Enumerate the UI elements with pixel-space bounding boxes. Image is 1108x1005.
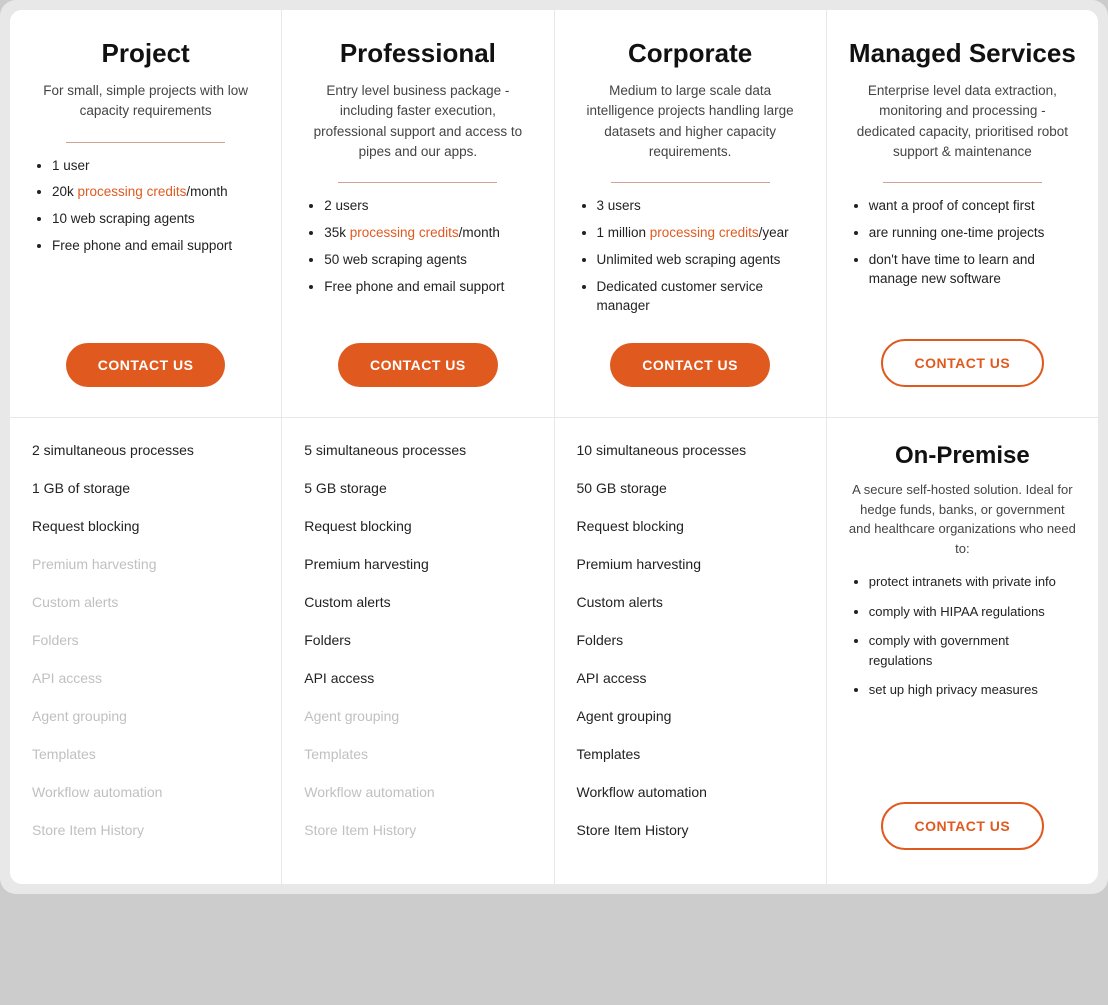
- list-item: Free phone and email support: [324, 278, 531, 297]
- feature-item-disabled: Templates: [32, 746, 259, 762]
- feature-item-disabled: Store Item History: [304, 822, 531, 838]
- feature-item-disabled: Folders: [32, 632, 259, 648]
- feature-item: Store Item History: [577, 822, 804, 838]
- on-premise-section: On-Premise A secure self-hosted solution…: [827, 417, 1098, 884]
- feature-item-disabled: Custom alerts: [32, 594, 259, 610]
- feature-item: Folders: [577, 632, 804, 648]
- feature-item: 2 simultaneous processes: [32, 442, 259, 458]
- list-item: are running one-time projects: [869, 224, 1076, 243]
- feature-item: Templates: [577, 746, 804, 762]
- plan-project-features: 1 user 20k processing credits/month 10 w…: [32, 157, 259, 324]
- list-item: 2 users: [324, 197, 531, 216]
- plan-managed-features: want a proof of concept first are runnin…: [849, 197, 1076, 319]
- plan-managed-desc: Enterprise level data extraction, monito…: [849, 81, 1076, 162]
- list-item: want a proof of concept first: [869, 197, 1076, 216]
- processing-credits-link[interactable]: processing credits: [78, 184, 187, 199]
- feature-item: Custom alerts: [577, 594, 804, 610]
- feature-item-disabled: API access: [32, 670, 259, 686]
- plan-professional-features: 2 users 35k processing credits/month 50 …: [304, 197, 531, 323]
- feature-item: Folders: [304, 632, 531, 648]
- feature-item: API access: [304, 670, 531, 686]
- processing-credits-link[interactable]: processing credits: [350, 225, 459, 240]
- feature-item: 5 simultaneous processes: [304, 442, 531, 458]
- feature-item: API access: [577, 670, 804, 686]
- professional-contact-button[interactable]: CONTACT US: [338, 343, 498, 387]
- feature-item: 50 GB storage: [577, 480, 804, 496]
- list-item: 50 web scraping agents: [324, 251, 531, 270]
- plan-project-desc: For small, simple projects with low capa…: [32, 81, 259, 122]
- plan-corporate-divider: [611, 182, 770, 183]
- pricing-page: Project For small, simple projects with …: [0, 0, 1108, 894]
- plan-professional-title: Professional: [340, 38, 496, 69]
- list-item: Unlimited web scraping agents: [597, 251, 804, 270]
- plan-corporate: Corporate Medium to large scale data int…: [555, 10, 827, 417]
- feature-item: Premium harvesting: [304, 556, 531, 572]
- feature-item: Request blocking: [32, 518, 259, 534]
- feature-item: Request blocking: [304, 518, 531, 534]
- list-item: 3 users: [597, 197, 804, 216]
- plan-corporate-desc: Medium to large scale data intelligence …: [577, 81, 804, 162]
- plan-project-divider: [66, 142, 225, 143]
- corporate-bottom-features: 10 simultaneous processes 50 GB storage …: [555, 417, 827, 884]
- list-item: protect intranets with private info: [869, 572, 1076, 592]
- feature-item: 1 GB of storage: [32, 480, 259, 496]
- list-item: 1 million processing credits/year: [597, 224, 804, 243]
- feature-item-disabled: Workflow automation: [304, 784, 531, 800]
- list-item: 1 user: [52, 157, 259, 176]
- plan-project: Project For small, simple projects with …: [10, 10, 282, 417]
- on-premise-features: protect intranets with private info comp…: [849, 572, 1076, 782]
- feature-item: Workflow automation: [577, 784, 804, 800]
- on-premise-contact-button[interactable]: CONTACT US: [881, 802, 1045, 850]
- plan-managed: Managed Services Enterprise level data e…: [827, 10, 1098, 417]
- corporate-contact-button[interactable]: CONTACT US: [610, 343, 770, 387]
- feature-item: Custom alerts: [304, 594, 531, 610]
- feature-item-disabled: Store Item History: [32, 822, 259, 838]
- managed-contact-button[interactable]: CONTACT US: [881, 339, 1045, 387]
- on-premise-desc: A secure self-hosted solution. Ideal for…: [849, 480, 1076, 558]
- professional-bottom-features: 5 simultaneous processes 5 GB storage Re…: [282, 417, 554, 884]
- on-premise-title: On-Premise: [895, 442, 1030, 470]
- top-section: Project For small, simple projects with …: [10, 10, 1098, 417]
- plan-corporate-title: Corporate: [628, 38, 752, 69]
- feature-item-disabled: Agent grouping: [304, 708, 531, 724]
- feature-item: Request blocking: [577, 518, 804, 534]
- plan-corporate-features: 3 users 1 million processing credits/yea…: [577, 197, 804, 323]
- list-item: comply with government regulations: [869, 631, 1076, 670]
- list-item: set up high privacy measures: [869, 680, 1076, 700]
- list-item: don't have time to learn and manage new …: [869, 251, 1076, 289]
- plan-professional-divider: [338, 182, 497, 183]
- pricing-card: Project For small, simple projects with …: [10, 10, 1098, 884]
- feature-item: Premium harvesting: [577, 556, 804, 572]
- list-item: 10 web scraping agents: [52, 210, 259, 229]
- bottom-section: 2 simultaneous processes 1 GB of storage…: [10, 417, 1098, 884]
- feature-item-disabled: Workflow automation: [32, 784, 259, 800]
- feature-item: 10 simultaneous processes: [577, 442, 804, 458]
- list-item: comply with HIPAA regulations: [869, 602, 1076, 622]
- feature-item: Agent grouping: [577, 708, 804, 724]
- project-contact-button[interactable]: CONTACT US: [66, 343, 226, 387]
- feature-item-disabled: Templates: [304, 746, 531, 762]
- list-item: Dedicated customer service manager: [597, 278, 804, 316]
- list-item: 20k processing credits/month: [52, 183, 259, 202]
- plan-managed-divider: [883, 182, 1042, 183]
- feature-item: 5 GB storage: [304, 480, 531, 496]
- plan-project-title: Project: [102, 38, 190, 69]
- list-item: Free phone and email support: [52, 237, 259, 256]
- feature-item-disabled: Premium harvesting: [32, 556, 259, 572]
- plan-professional-desc: Entry level business package - including…: [304, 81, 531, 162]
- plan-professional: Professional Entry level business packag…: [282, 10, 554, 417]
- project-bottom-features: 2 simultaneous processes 1 GB of storage…: [10, 417, 282, 884]
- processing-credits-link[interactable]: processing credits: [650, 225, 759, 240]
- list-item: 35k processing credits/month: [324, 224, 531, 243]
- feature-item-disabled: Agent grouping: [32, 708, 259, 724]
- plan-managed-title: Managed Services: [849, 38, 1076, 69]
